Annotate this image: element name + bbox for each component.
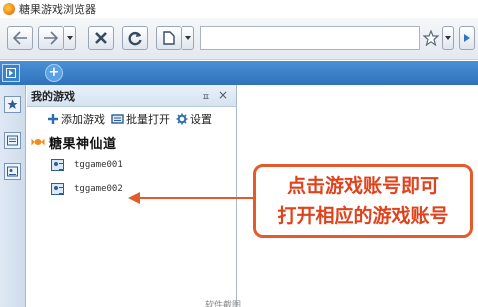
panel-header: 我的游戏 ㅍ ×	[27, 85, 236, 107]
game-group-name: 糖果神仙道	[49, 136, 117, 152]
footer-caption: 软件截图	[205, 301, 242, 307]
settings-label: 设置	[190, 113, 212, 126]
plus-icon	[48, 114, 58, 124]
game-group[interactable]: 糖果神仙道	[27, 131, 236, 153]
toolbar	[0, 18, 478, 60]
chevron-down-icon	[184, 36, 191, 40]
stop-button[interactable]	[88, 26, 114, 50]
add-game-button[interactable]: 添加游戏	[47, 111, 105, 127]
page-button[interactable]	[156, 26, 182, 50]
tab-strip: +	[0, 61, 478, 85]
settings-button[interactable]: 设置	[176, 111, 212, 127]
close-x-icon	[95, 32, 107, 44]
sidebar-toggle-icon	[6, 68, 16, 78]
refresh-icon	[128, 31, 142, 46]
panel-title: 我的游戏	[31, 89, 75, 103]
account-name: tggame001	[74, 160, 123, 170]
back-button[interactable]	[7, 26, 33, 50]
favorite-dropdown[interactable]	[442, 26, 454, 50]
account-card-icon	[7, 166, 18, 177]
chevron-down-icon	[66, 36, 73, 40]
rail-favorites-button[interactable]	[4, 96, 21, 113]
pin-icon[interactable]: ㅍ	[202, 90, 210, 103]
favorite-button[interactable]	[422, 26, 440, 50]
account-name: tggame002	[74, 184, 123, 194]
batch-open-label: 批量打开	[126, 113, 170, 126]
page-dropdown[interactable]	[182, 26, 194, 50]
add-game-label: 添加游戏	[61, 113, 105, 126]
sidebar-toggle-button[interactable]	[2, 64, 20, 82]
account-card-icon	[51, 159, 64, 171]
candy-icon	[31, 138, 45, 146]
callout-line-2: 打开相应的游戏账号	[277, 205, 449, 227]
forward-button[interactable]	[38, 26, 64, 50]
play-arrow-icon	[464, 34, 470, 42]
account-card-icon	[51, 183, 64, 195]
chevron-down-icon	[445, 36, 451, 40]
callout-arrow-icon	[128, 192, 255, 204]
star-icon	[423, 30, 439, 46]
window-title: 糖果游戏浏览器	[19, 3, 96, 16]
refresh-button[interactable]	[122, 26, 148, 50]
gear-icon	[176, 113, 188, 125]
rail-games-button[interactable]	[4, 132, 21, 149]
batch-open-icon	[111, 114, 124, 124]
panel-actions: 添加游戏 批量打开 设置	[27, 107, 236, 131]
panel-close-button[interactable]: ×	[218, 88, 228, 102]
side-rail	[0, 85, 26, 307]
app-logo-icon	[3, 3, 15, 15]
rail-accounts-button[interactable]	[4, 163, 21, 180]
page-icon	[163, 31, 175, 45]
forward-dropdown[interactable]	[64, 26, 76, 50]
star-icon	[7, 99, 18, 109]
new-tab-button[interactable]: +	[45, 64, 63, 82]
address-bar[interactable]	[200, 26, 420, 50]
forward-arrow-icon	[44, 31, 59, 45]
back-arrow-icon	[12, 31, 27, 45]
list-icon	[7, 135, 18, 146]
batch-open-button[interactable]: 批量打开	[111, 111, 170, 127]
instruction-callout: 点击游戏账号即可 打开相应的游戏账号	[253, 164, 473, 238]
title-bar: 糖果游戏浏览器	[0, 0, 478, 18]
callout-line-1: 点击游戏账号即可	[286, 175, 439, 197]
go-button[interactable]	[459, 26, 475, 50]
account-item[interactable]: tggame001	[27, 153, 236, 177]
